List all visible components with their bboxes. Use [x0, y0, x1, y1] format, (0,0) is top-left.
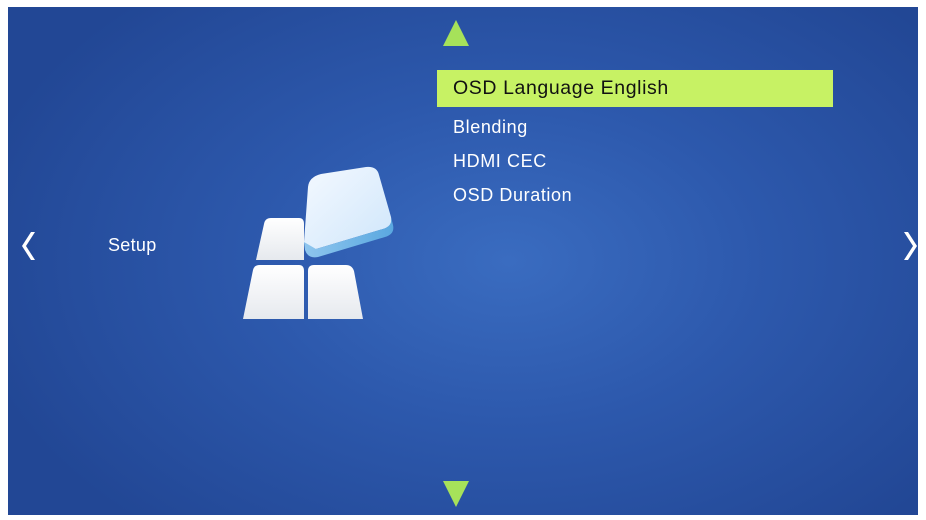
- chevron-right-icon[interactable]: [904, 231, 918, 261]
- setup-tiles-icon: [243, 166, 394, 319]
- menu-item-osd-language[interactable]: OSD Language English: [437, 70, 833, 107]
- menu-item-osd-duration[interactable]: OSD Duration: [437, 178, 833, 212]
- osd-screen: Setup OSD Language English Blending HDMI…: [8, 7, 918, 515]
- menu-item-hdmi-cec[interactable]: HDMI CEC: [437, 144, 833, 178]
- triangle-down-icon[interactable]: [443, 481, 469, 507]
- menu-item-blending[interactable]: Blending: [437, 110, 833, 144]
- triangle-up-icon[interactable]: [443, 20, 469, 46]
- chevron-left-icon[interactable]: [21, 231, 35, 261]
- category-label: Setup: [108, 235, 157, 255]
- setup-menu: OSD Language English Blending HDMI CEC O…: [437, 70, 833, 212]
